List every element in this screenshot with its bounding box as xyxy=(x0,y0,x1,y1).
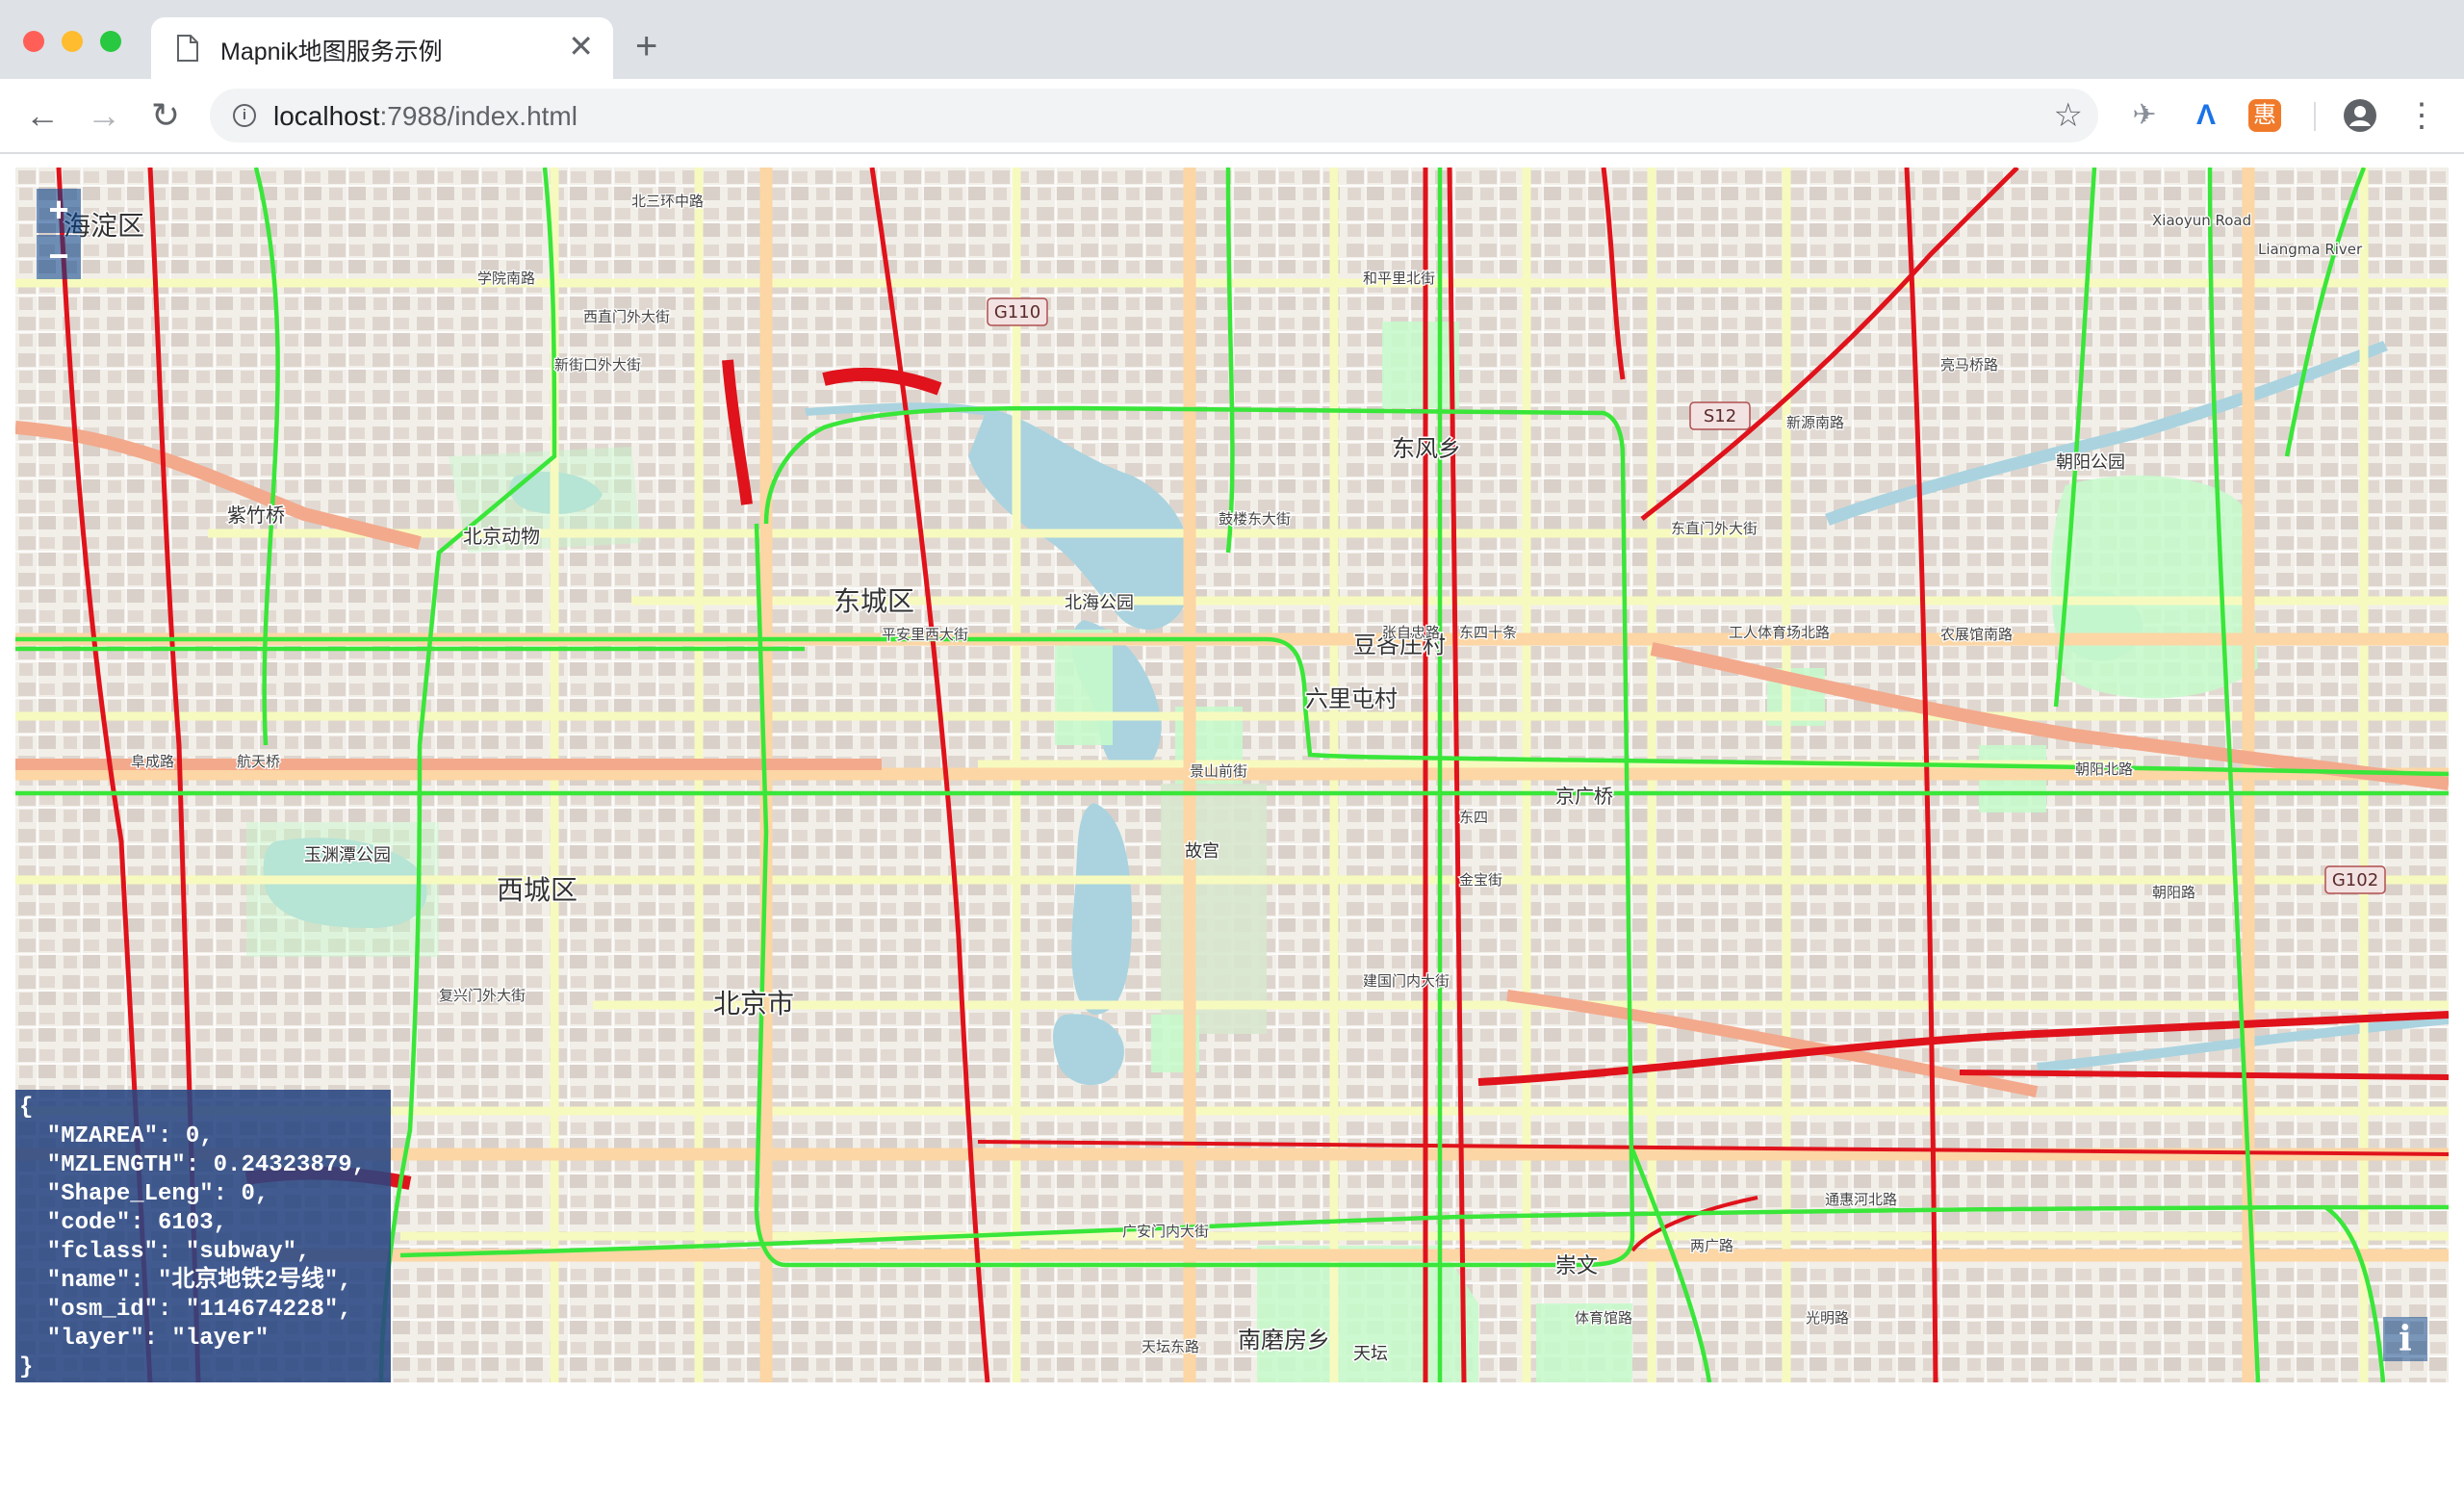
route-shield-label: G102 xyxy=(2332,870,2378,890)
road-label: 两广路 xyxy=(1690,1237,1733,1254)
browser-toolbar: ← → ↻ i localhost:7988/index.html ☆ ✈ Λ … xyxy=(0,79,2464,154)
back-button[interactable]: ← xyxy=(23,96,62,135)
yuyuantan-park xyxy=(246,822,439,957)
zoom-in-button[interactable]: + xyxy=(37,189,81,233)
road-label: 工人体育场北路 xyxy=(1729,624,1830,641)
road-label: 农展馆南路 xyxy=(1940,626,2013,643)
beihai-park xyxy=(1055,630,1113,745)
place-label: 天坛 xyxy=(1353,1344,1388,1364)
feature-json-line: "code": 6103, xyxy=(19,1210,228,1236)
place-label: 六里屯村 xyxy=(1305,685,1398,712)
road-label: 和平里北街 xyxy=(1363,270,1435,287)
document-icon xyxy=(177,35,198,62)
road-label: 通惠河北路 xyxy=(1825,1191,1897,1208)
route-shield-label: G110 xyxy=(994,302,1040,322)
road-label: 平安里西大街 xyxy=(882,626,968,643)
site-info-icon[interactable]: i xyxy=(233,104,256,127)
feature-json-line: "MZAREA": 0, xyxy=(19,1123,214,1149)
route-shield: G110 xyxy=(987,297,1048,326)
feature-json-line: "layer": "layer" xyxy=(19,1326,270,1352)
reload-button[interactable]: ↻ xyxy=(146,96,185,135)
zoom-out-button[interactable]: − xyxy=(37,235,81,279)
feature-json-open: { xyxy=(19,1095,34,1121)
ditan-park xyxy=(1382,322,1459,408)
place-label: 东城区 xyxy=(834,585,914,617)
forbidden-city-area xyxy=(1161,784,1267,1034)
road-label: 东四 xyxy=(1459,809,1488,826)
place-label: 南磨房乡 xyxy=(1238,1327,1330,1354)
road-label: 东直门外大街 xyxy=(1671,520,1758,537)
tab-bar: Mapnik地图服务示例 ✕ + xyxy=(0,0,2464,79)
road-label: 学院南路 xyxy=(477,270,535,287)
road-label: 航天桥 xyxy=(237,753,280,770)
feature-json-line: "osm_id": "114674228", xyxy=(19,1297,352,1323)
feature-json-close: } xyxy=(19,1354,34,1380)
road-label: 光明路 xyxy=(1806,1309,1849,1327)
road-label: Xiaoyun Road xyxy=(2152,212,2251,229)
extension-plane-icon[interactable]: ✈ xyxy=(2125,96,2164,135)
feature-json-lines: "MZAREA": 0, "MZLENGTH": 0.24323879, "Sh… xyxy=(19,1122,391,1354)
road-label: 北三环中路 xyxy=(631,193,704,210)
road-label: 广安门内大街 xyxy=(1122,1223,1209,1240)
road-label: 建国门内大街 xyxy=(1363,972,1450,990)
road-label: Liangma River xyxy=(2258,241,2363,258)
place-label: 玉渊潭公园 xyxy=(304,845,391,865)
extension-lambda-icon[interactable]: Λ xyxy=(2187,96,2225,135)
road-label: 西直门外大街 xyxy=(583,308,670,325)
feature-json-line: "name": "北京地铁2号线", xyxy=(19,1268,352,1294)
feature-info-popup: { "MZAREA": 0, "MZLENGTH": 0.24323879, "… xyxy=(15,1090,391,1382)
road-label: 金宝街 xyxy=(1459,871,1502,889)
bookmark-star-icon[interactable]: ☆ xyxy=(2054,96,2083,135)
browser-menu-icon[interactable]: ⋮ xyxy=(2402,96,2441,135)
toolbar-divider xyxy=(2314,102,2316,131)
tab-title: Mapnik地图服务示例 xyxy=(220,39,443,65)
place-label: 东风乡 xyxy=(1392,435,1461,462)
extension-hui-icon[interactable]: 惠 xyxy=(2248,99,2281,132)
road-label: 新源南路 xyxy=(1786,414,1844,431)
road-label: 体育馆路 xyxy=(1575,1309,1632,1327)
url-text[interactable]: localhost:7988/index.html xyxy=(273,101,578,132)
route-shield: S12 xyxy=(1689,401,1751,430)
road-label: 张自忠路 xyxy=(1382,624,1440,641)
place-label: 北京动物 xyxy=(463,525,540,548)
place-label: 京广桥 xyxy=(1555,785,1613,808)
new-tab-button[interactable]: + xyxy=(635,25,657,67)
profile-avatar-icon[interactable] xyxy=(2343,98,2377,133)
route-shield: G102 xyxy=(2324,865,2386,894)
close-window-button[interactable] xyxy=(23,31,44,52)
road-label: 阜成路 xyxy=(131,753,174,770)
road-label: 朝阳路 xyxy=(2152,884,2195,901)
place-label: 北海公园 xyxy=(1065,593,1134,613)
road-label: 天坛东路 xyxy=(1142,1338,1199,1355)
place-label: 西城区 xyxy=(497,874,578,906)
road-label: 亮马桥路 xyxy=(1940,356,1998,374)
tab-close-icon[interactable]: ✕ xyxy=(568,29,594,64)
road-label: 景山前街 xyxy=(1190,762,1247,780)
road-label: 鼓楼东大街 xyxy=(1219,510,1291,528)
feature-json-line: "Shape_Leng": 0, xyxy=(19,1181,270,1207)
place-label: 紫竹桥 xyxy=(227,503,285,527)
place-label: 崇文 xyxy=(1555,1254,1598,1278)
minimize-window-button[interactable] xyxy=(62,31,83,52)
place-label: 朝阳公园 xyxy=(2056,452,2125,473)
road-label: 朝阳北路 xyxy=(2075,761,2133,778)
place-label: 北京市 xyxy=(713,988,794,1019)
road-label: 东四十条 xyxy=(1459,624,1517,641)
road-label: 复兴门外大街 xyxy=(439,987,526,1004)
forward-button[interactable]: → xyxy=(85,96,123,135)
attribution-info-button[interactable]: i xyxy=(2383,1317,2427,1361)
map-viewport[interactable]: 海淀区 东城区 西城区 北京市 东风乡 豆各庄村 六里屯村 南磨房乡 崇文 京广桥 紫竹桥 北京动物北… xyxy=(15,168,2449,1382)
feature-json-line: "MZLENGTH": 0.24323879, xyxy=(19,1152,367,1178)
route-shield-label: S12 xyxy=(1704,406,1736,426)
url-host: localhost xyxy=(273,101,380,131)
road-label: 新街口外大街 xyxy=(554,356,641,374)
place-label: 故宫 xyxy=(1185,841,1219,862)
address-bar[interactable]: i localhost:7988/index.html ☆ xyxy=(210,89,2098,142)
feature-json-line: "fclass": "subway", xyxy=(19,1239,311,1265)
maximize-window-button[interactable] xyxy=(100,31,121,52)
browser-tab[interactable]: Mapnik地图服务示例 ✕ xyxy=(151,17,613,79)
url-path: :7988/index.html xyxy=(379,101,578,131)
